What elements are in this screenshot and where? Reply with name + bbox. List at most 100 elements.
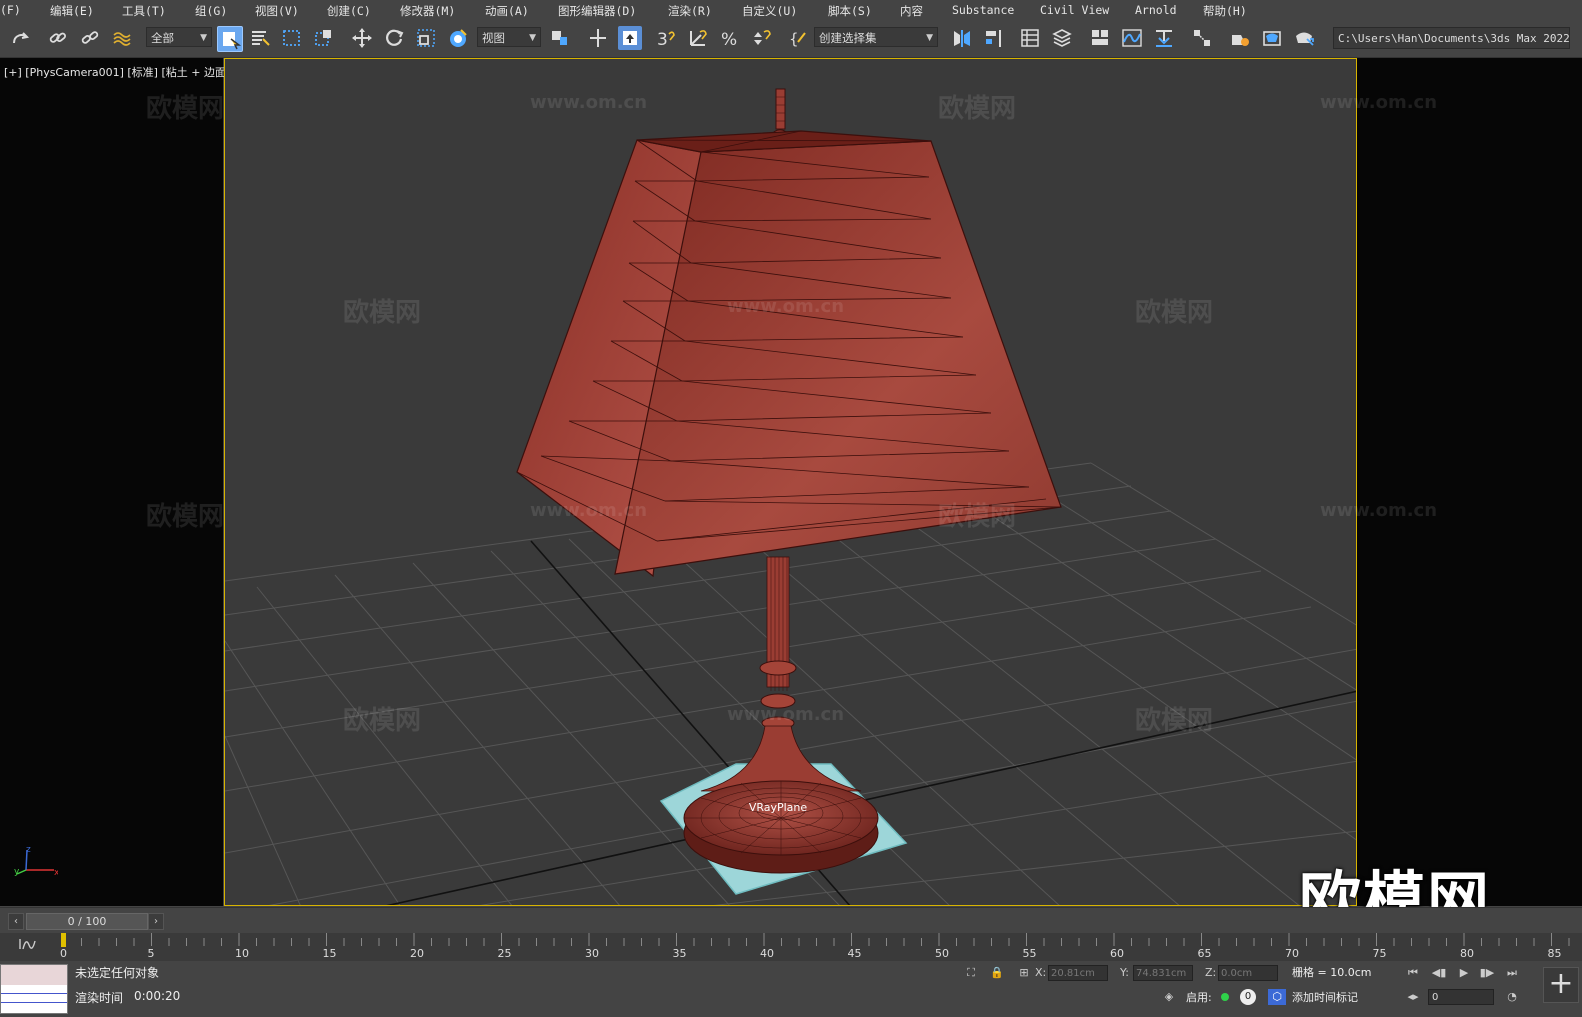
time-slider-bar: ‹ 0 / 100 › xyxy=(0,907,1582,934)
render-production-icon[interactable] xyxy=(1292,26,1316,50)
bind-space-warp-icon[interactable] xyxy=(110,26,134,50)
mirror-icon[interactable] xyxy=(950,26,974,50)
move-icon[interactable] xyxy=(350,26,374,50)
pivot-center-icon[interactable] xyxy=(548,26,572,50)
placement-icon[interactable] xyxy=(446,26,470,50)
snaps-toggle-icon[interactable]: 3 xyxy=(654,26,678,50)
unlink-icon[interactable] xyxy=(78,26,102,50)
toggle-ribbon-icon[interactable] xyxy=(1088,26,1112,50)
render-setup-icon[interactable] xyxy=(1228,26,1252,50)
selection-lock-icon[interactable]: 🔒 xyxy=(988,965,1006,981)
isolate-selection-icon[interactable]: ⛶ xyxy=(962,965,980,981)
menu-rendering[interactable]: 渲染(R) xyxy=(668,3,712,19)
percent-snap-icon[interactable]: % xyxy=(718,26,742,50)
menu-arnold[interactable]: Arnold xyxy=(1135,3,1177,17)
menu-create[interactable]: 创建(C) xyxy=(327,3,371,19)
grid-size: 栅格 = 10.0cm xyxy=(1292,966,1372,979)
render-time-value: 0:00:20 xyxy=(134,989,181,1003)
svg-text:3: 3 xyxy=(657,30,668,49)
menu-edit[interactable]: 编辑(E) xyxy=(50,3,94,19)
toggle-scene-explorer-icon[interactable] xyxy=(1018,26,1042,50)
reference-coord-dropdown[interactable]: 视图 ▼ xyxy=(477,27,541,47)
menu-animation[interactable]: 动画(A) xyxy=(485,3,529,19)
go-to-end-icon[interactable]: ⏭ xyxy=(1503,965,1521,981)
menu-civil-view[interactable]: Civil View xyxy=(1040,3,1109,17)
selection-filter-dropdown[interactable]: 全部 ▼ xyxy=(146,27,212,47)
y-coordinate-field[interactable]: 74.831cm xyxy=(1133,965,1193,981)
key-mode-icon[interactable]: ◂▸ xyxy=(1404,989,1422,1005)
edit-named-selection-icon[interactable]: { xyxy=(786,26,810,50)
watermark: 欧模网 xyxy=(343,706,422,736)
ruler-label: 60 xyxy=(1110,947,1124,960)
select-manipulate-icon[interactable] xyxy=(586,26,610,50)
menu-group[interactable]: 组(G) xyxy=(195,3,227,19)
watermark: www.om.cn xyxy=(1320,500,1438,521)
angle-snap-icon[interactable] xyxy=(686,26,710,50)
ruler-label: 15 xyxy=(322,947,337,960)
project-path-field[interactable]: C:\Users\Han\Documents\3ds Max 2022 xyxy=(1333,27,1570,49)
redo-icon[interactable] xyxy=(8,26,32,50)
play-icon[interactable]: ▶ xyxy=(1455,965,1473,981)
x-coordinate-field[interactable]: 20.81cm xyxy=(1048,965,1108,981)
next-frame-button[interactable]: › xyxy=(148,913,164,930)
previous-frame-button[interactable]: ‹ xyxy=(8,913,24,930)
menu-content[interactable]: 内容 xyxy=(900,3,923,19)
watermark: www.om.cn xyxy=(530,500,648,521)
render-time-label: 渲染时间 xyxy=(75,991,124,1005)
track-bar[interactable]: 0 5 10 15 20 25 30 35 40 45 50 55 60 65 70 75 80 85 xyxy=(0,933,1582,961)
adaptive-degradation-icon[interactable]: ◈ xyxy=(1160,989,1178,1005)
schematic-view-icon[interactable] xyxy=(1152,26,1176,50)
menu-substance[interactable]: Substance xyxy=(952,3,1014,17)
z-coordinate-field[interactable]: 0.0cm xyxy=(1218,965,1278,981)
ruler-label: 70 xyxy=(1285,947,1299,960)
menu-modifiers[interactable]: 修改器(M) xyxy=(400,3,455,19)
menu-help[interactable]: 帮助(H) xyxy=(1203,3,1247,19)
rendered-frame-window-icon[interactable] xyxy=(1260,26,1284,50)
viewport-navigation-plus-icon[interactable]: + xyxy=(1543,967,1579,1003)
menu-scripting[interactable]: 脚本(S) xyxy=(828,3,872,19)
link-icon[interactable] xyxy=(46,26,70,50)
menu-tools[interactable]: 工具(T) xyxy=(122,3,166,19)
ruler-label: 75 xyxy=(1372,947,1387,960)
curve-editor-icon[interactable] xyxy=(1120,26,1144,50)
current-frame-field[interactable]: 0 xyxy=(1428,989,1494,1005)
keyboard-shortcut-override-icon[interactable] xyxy=(618,26,642,50)
current-frame-marker[interactable] xyxy=(61,933,66,947)
spinner-snap-icon[interactable] xyxy=(750,26,774,50)
ruler-label: 50 xyxy=(935,947,949,960)
toggle-layer-explorer-icon[interactable] xyxy=(1050,26,1074,50)
menu-view[interactable]: 视图(V) xyxy=(255,3,299,19)
select-object-icon[interactable] xyxy=(217,26,243,52)
x-label: X: xyxy=(1035,966,1047,979)
go-to-start-icon[interactable]: ⏮ xyxy=(1404,965,1422,981)
absolute-mode-icon[interactable]: ⊞ xyxy=(1015,965,1033,981)
rotate-icon[interactable] xyxy=(382,26,406,50)
menu-customize[interactable]: 自定义(U) xyxy=(742,3,797,19)
align-icon[interactable] xyxy=(982,26,1006,50)
rectangular-selection-icon[interactable] xyxy=(280,26,304,50)
time-configuration-icon[interactable]: ◔ xyxy=(1503,989,1521,1005)
menu-file[interactable]: (F) xyxy=(0,3,21,17)
menu-bar: (F) 编辑(E) 工具(T) 组(G) 视图(V) 创建(C) 修改器(M) … xyxy=(0,0,1582,20)
watermark: www.om.cn xyxy=(727,704,845,725)
named-selection-dropdown[interactable]: 创建选择集 ▼ xyxy=(814,27,938,47)
enable-count[interactable]: 0 xyxy=(1240,989,1256,1005)
scale-icon[interactable] xyxy=(414,26,438,50)
z-label: Z: xyxy=(1205,966,1217,979)
ruler-label: 25 xyxy=(497,947,512,960)
svg-text:{: { xyxy=(789,30,799,48)
next-frame-icon[interactable]: ▮▶ xyxy=(1478,965,1496,981)
main-toolbar: 全部 ▼ 视图 ▼ 3 % { 创建选择集 ▼ C:\Users\Han\Docume… xyxy=(0,20,1582,58)
menu-graph-editors[interactable]: 图形编辑器(D) xyxy=(558,3,636,19)
camera-viewport[interactable]: VRayPlane xyxy=(224,58,1357,906)
previous-frame-icon[interactable]: ◀▮ xyxy=(1430,965,1448,981)
select-by-name-icon[interactable] xyxy=(248,26,272,50)
time-slider[interactable]: 0 / 100 xyxy=(26,913,148,930)
add-time-tag[interactable]: 添加时间标记 xyxy=(1292,989,1358,1005)
ruler-label: 45 xyxy=(847,947,862,960)
window-crossing-icon[interactable] xyxy=(312,26,336,50)
add-time-tag-icon[interactable]: ⬡ xyxy=(1268,989,1286,1005)
viewport-label[interactable]: [+] [PhysCamera001] [标准] [粘土 + 边面] xyxy=(4,64,230,80)
material-editor-icon[interactable] xyxy=(1190,26,1214,50)
maxscript-listener[interactable] xyxy=(0,964,68,1014)
